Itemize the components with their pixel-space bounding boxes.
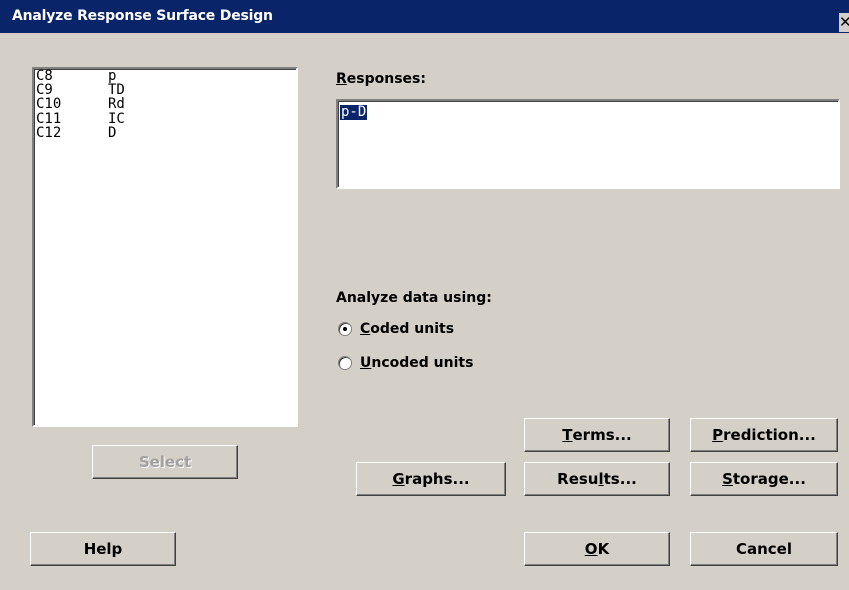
help-button[interactable]: Help bbox=[30, 532, 176, 566]
column-id: C10 bbox=[36, 96, 62, 113]
variable-listbox[interactable]: C8 p C9 TD C10 Rd C11 IC C12 D bbox=[32, 67, 298, 427]
analyze-data-label: Analyze data using: bbox=[336, 290, 492, 306]
responses-label-accel: R bbox=[336, 71, 347, 87]
select-button: Select bbox=[92, 445, 238, 479]
uncoded-units-label: Uncoded units bbox=[360, 355, 474, 371]
title-bar: Analyze Response Surface Design ✕ bbox=[0, 0, 849, 33]
storage-button[interactable]: Storage... bbox=[690, 462, 838, 496]
column-name: Rd bbox=[108, 96, 125, 113]
coded-units-label: Coded units bbox=[360, 321, 455, 337]
uncoded-units-option[interactable]: Uncoded units bbox=[338, 354, 473, 372]
column-name: IC bbox=[108, 110, 125, 127]
prediction-button[interactable]: Prediction... bbox=[690, 418, 838, 452]
graphs-button[interactable]: Graphs... bbox=[356, 462, 506, 496]
cancel-button[interactable]: Cancel bbox=[690, 532, 838, 566]
list-item[interactable]: C8 p bbox=[34, 69, 296, 83]
responses-label-rest: esponses: bbox=[346, 71, 426, 87]
results-button[interactable]: Resu l ts... bbox=[524, 462, 670, 496]
window-title: Analyze Response Surface Design bbox=[12, 8, 273, 24]
radio-unselected-icon[interactable] bbox=[338, 356, 352, 370]
list-item[interactable]: C12 D bbox=[34, 126, 296, 140]
list-item[interactable]: C9 TD bbox=[34, 83, 296, 97]
radio-selected-icon[interactable] bbox=[338, 322, 352, 336]
responses-label: Responses: bbox=[336, 71, 426, 87]
terms-button[interactable]: Terms... bbox=[524, 418, 670, 452]
column-id: C11 bbox=[36, 110, 62, 127]
responses-input[interactable]: p-D bbox=[336, 99, 840, 189]
column-name: TD bbox=[108, 82, 125, 99]
responses-value: p-D bbox=[340, 104, 368, 120]
column-name: p bbox=[108, 68, 117, 84]
column-id: C12 bbox=[36, 124, 62, 141]
column-name: D bbox=[108, 124, 117, 141]
list-item[interactable]: C11 IC bbox=[34, 110, 296, 127]
list-item[interactable]: C10 Rd bbox=[34, 97, 296, 111]
column-id: C9 bbox=[36, 82, 53, 99]
close-icon[interactable]: ✕ bbox=[839, 13, 849, 32]
column-id: C8 bbox=[36, 68, 53, 84]
ok-button[interactable]: OK bbox=[524, 532, 670, 566]
coded-units-option[interactable]: Coded units bbox=[338, 320, 454, 338]
